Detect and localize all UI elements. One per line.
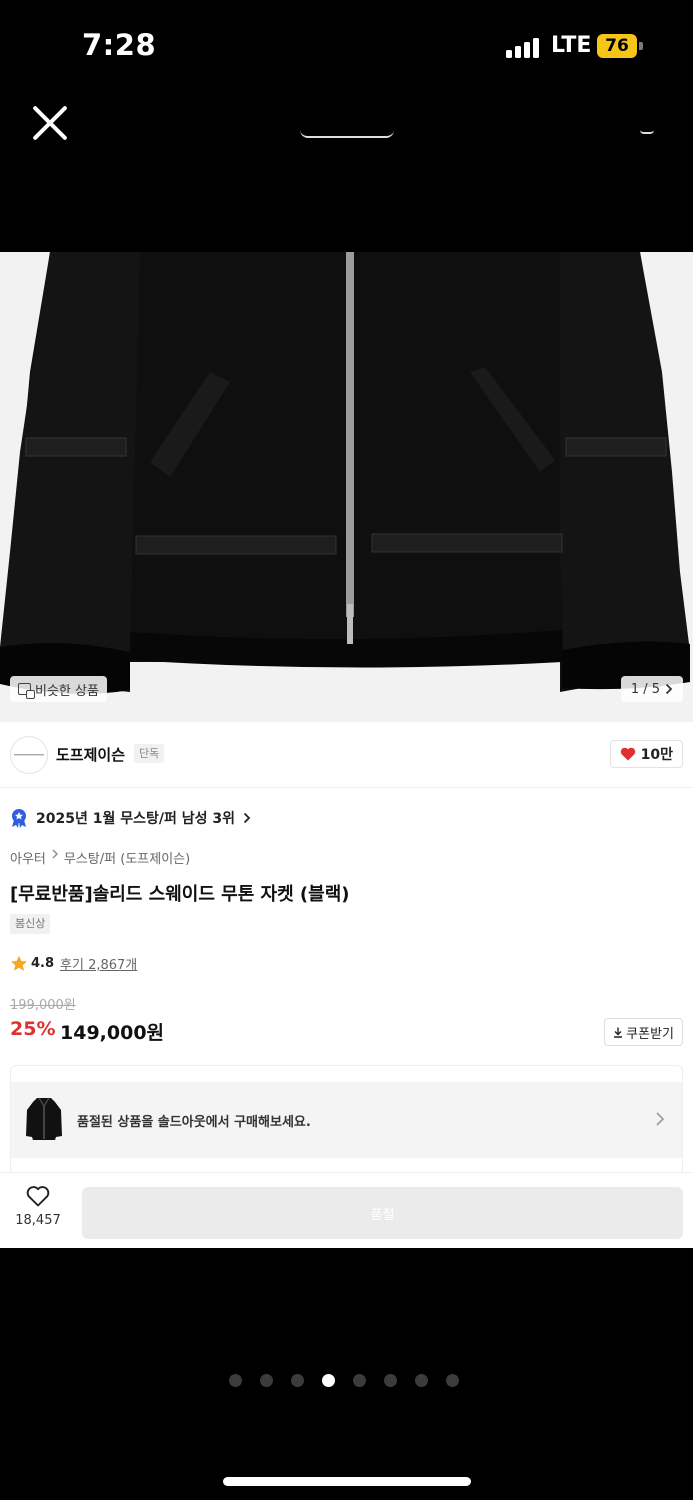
brand-like-count: 10만 xyxy=(640,747,673,763)
page-dot[interactable] xyxy=(260,1374,273,1387)
page-dot[interactable] xyxy=(384,1374,397,1387)
download-icon xyxy=(614,1027,623,1038)
home-indicator[interactable] xyxy=(223,1477,471,1486)
status-bar: 7:28 LTE 76 xyxy=(0,0,693,90)
wishlist-count: 18,457 xyxy=(15,1213,61,1228)
page-indicator-dots xyxy=(229,1374,459,1387)
heart-outline-icon xyxy=(26,1186,50,1207)
product-image[interactable]: 비슷한 상품 1 / 5 xyxy=(0,252,693,722)
rating-value: 4.8 xyxy=(31,956,55,971)
soldout-box: 품절된 상품을 솔드아웃에서 구매해보세요. xyxy=(10,1065,683,1175)
wishlist-button[interactable]: 18,457 xyxy=(10,1185,66,1239)
product-page: 비슷한 상품 1 / 5 도프제이슨 단독 10만 2025년 1월 무스탕/퍼… xyxy=(0,252,693,1248)
similar-products-button[interactable]: 비슷한 상품 xyxy=(10,676,107,702)
page-dot[interactable] xyxy=(446,1374,459,1387)
sale-price: 149,000원 xyxy=(60,1022,165,1044)
brand-logo[interactable] xyxy=(10,736,48,774)
network-type: LTE xyxy=(551,33,592,58)
similar-products-label: 비슷한 상품 xyxy=(35,683,99,699)
soldout-banner[interactable]: 품절된 상품을 솔드아웃에서 구매해보세요. xyxy=(11,1082,682,1158)
brand-row: 도프제이슨 단독 10만 xyxy=(0,722,693,788)
discount-rate: 25% xyxy=(10,1018,56,1040)
battery-tip xyxy=(639,42,643,50)
breadcrumb-item-outer[interactable]: 아우터 xyxy=(10,848,46,867)
image-page-counter[interactable]: 1 / 5 xyxy=(620,676,683,702)
brand-name[interactable]: 도프제이슨 xyxy=(56,744,125,765)
star-icon xyxy=(11,955,27,971)
soldout-banner-text: 품절된 상품을 솔드아웃에서 구매해보세요. xyxy=(77,1115,311,1130)
new-arrival-tag: 봄신상 xyxy=(10,914,51,934)
close-icon[interactable] xyxy=(30,103,70,143)
ranking-link[interactable]: 2025년 1월 무스탕/퍼 남성 3위 xyxy=(10,808,251,828)
chevron-right-icon xyxy=(665,683,673,695)
breadcrumb-item-category[interactable]: 무스탕/퍼 (도프제이슨) xyxy=(64,848,190,867)
breadcrumb-separator xyxy=(52,848,58,867)
coupon-button[interactable]: 쿠폰받기 xyxy=(604,1018,683,1046)
product-title: [무료반품]솔리드 스웨이드 무톤 자켓 (블랙) xyxy=(10,884,350,905)
chevron-right-icon xyxy=(52,849,58,859)
brand-logo-mark xyxy=(14,754,44,756)
coupon-label: 쿠폰받기 xyxy=(626,1026,674,1042)
jacket-photo xyxy=(0,252,693,722)
exclusive-badge: 단독 xyxy=(134,744,165,763)
rating-row: 4.8 후기 2,867개 xyxy=(10,954,137,973)
page-counter-label: 1 / 5 xyxy=(630,681,660,697)
soldout-purchase-button[interactable]: 품절 xyxy=(82,1187,683,1239)
product-thumbnail xyxy=(26,1097,62,1140)
heart-filled-icon xyxy=(620,747,635,761)
ranking-text: 2025년 1월 무스탕/퍼 남성 3위 xyxy=(36,811,235,827)
ranking-medal-icon xyxy=(12,809,26,828)
signal-icon xyxy=(506,36,542,58)
top-handle xyxy=(300,130,394,138)
original-price: 199,000원 xyxy=(10,998,76,1013)
top-right-indicator xyxy=(640,130,654,134)
brand-like-button[interactable]: 10만 xyxy=(609,740,683,768)
breadcrumb: 아우터 무스탕/퍼 (도프제이슨) xyxy=(10,848,190,867)
page-dot-active[interactable] xyxy=(322,1374,335,1387)
copy-icon xyxy=(18,683,35,699)
review-link[interactable]: 후기 2,867개 xyxy=(60,954,137,973)
chevron-right-icon xyxy=(656,1112,664,1126)
page-dot[interactable] xyxy=(229,1374,242,1387)
page-dot[interactable] xyxy=(291,1374,304,1387)
battery-icon: 76 xyxy=(597,34,637,58)
chevron-right-icon xyxy=(243,812,251,824)
page-dot[interactable] xyxy=(415,1374,428,1387)
page-dot[interactable] xyxy=(353,1374,366,1387)
status-time: 7:28 xyxy=(82,28,157,62)
bottom-action-bar: 18,457 품절 xyxy=(0,1172,693,1248)
